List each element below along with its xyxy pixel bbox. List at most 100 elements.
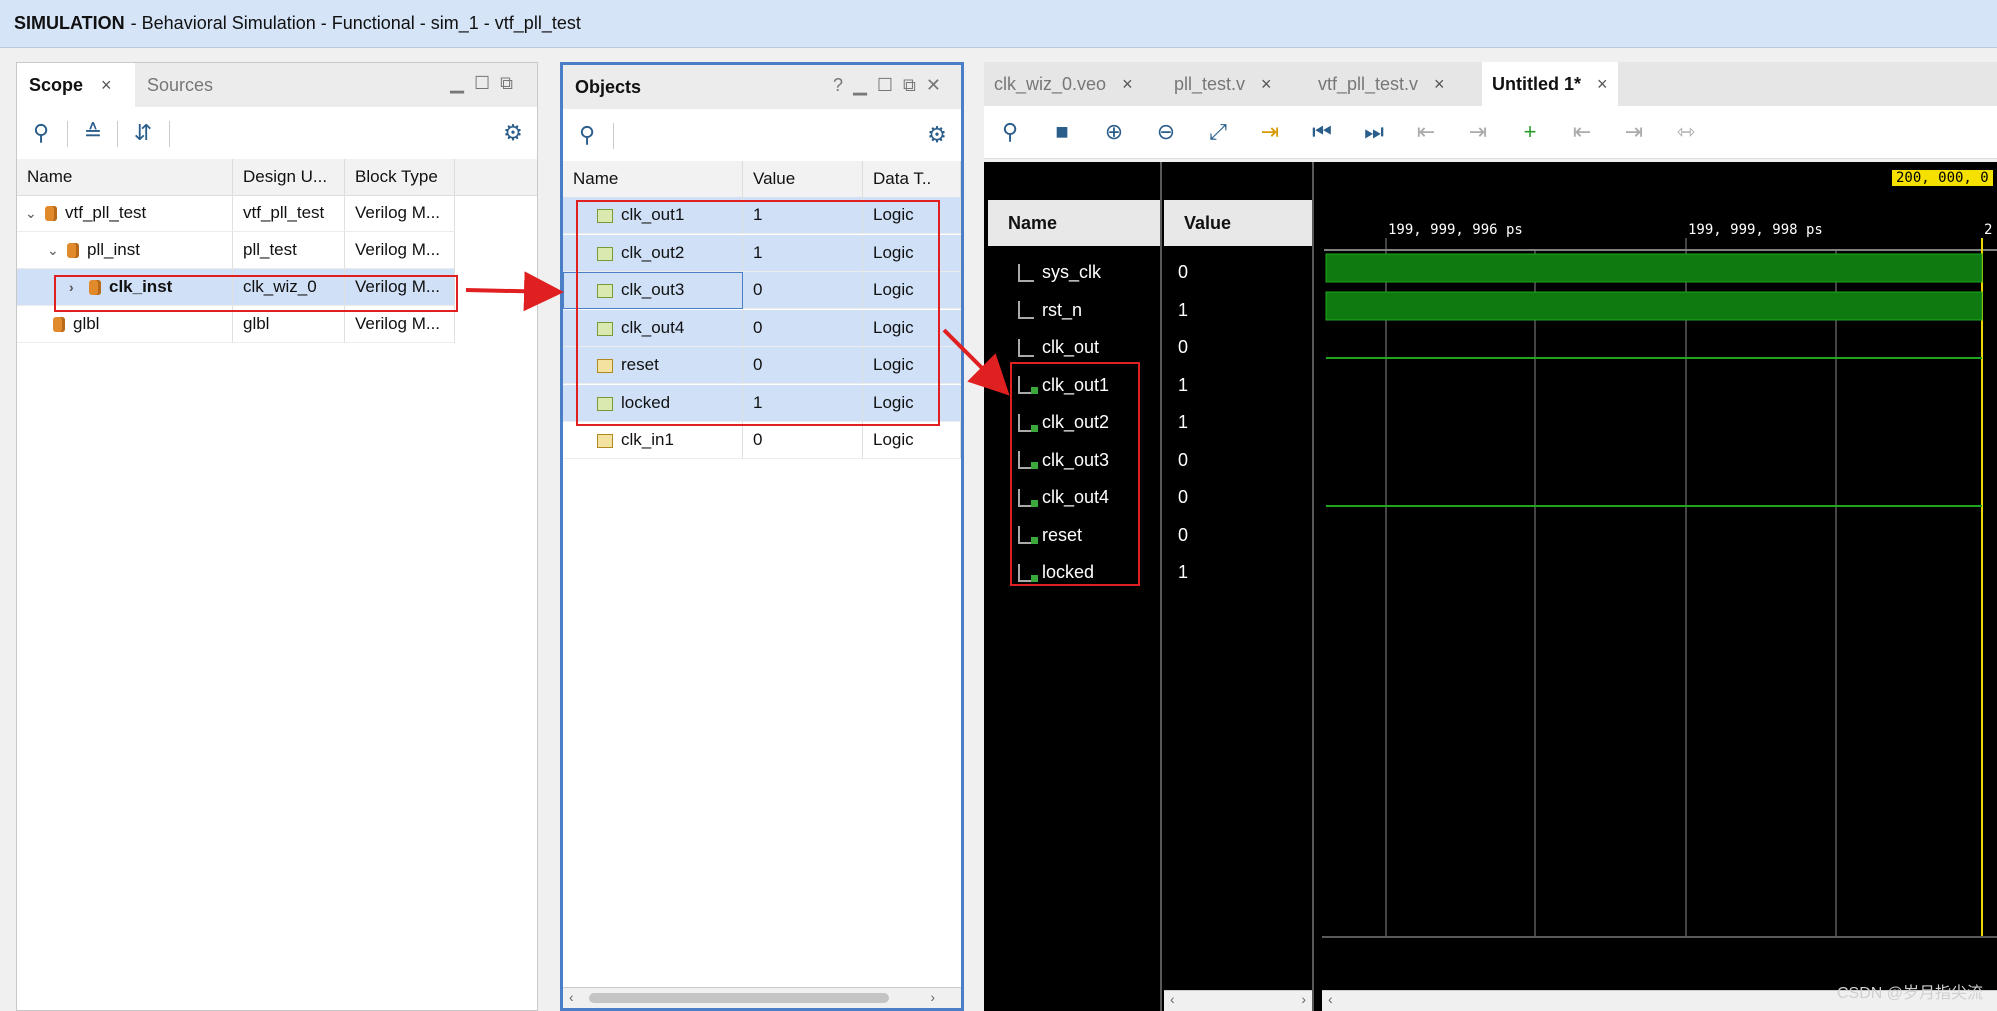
minimize-icon[interactable]: ▁ [450, 73, 474, 93]
wave-signal-icon [1018, 413, 1038, 432]
close-icon[interactable]: × [1597, 74, 1608, 95]
expand-all-icon[interactable]: ⇵ [129, 119, 157, 147]
module-icon [89, 279, 101, 295]
tab-clk-wiz-veo[interactable]: clk_wiz_0.veo × [984, 62, 1143, 106]
tab-sources[interactable]: Sources [135, 63, 245, 107]
wave-signal-row[interactable]: clk_out [1018, 329, 1099, 366]
table-row-selected[interactable]: › clk_inst clk_wiz_0 Verilog M... [17, 269, 455, 306]
window-title-bar: SIMULATION - Behavioral Simulation - Fun… [0, 0, 1997, 48]
table-row[interactable]: ⌄ pll_inst pll_test Verilog M... [17, 232, 455, 269]
chevron-down-icon[interactable]: ⌄ [25, 205, 45, 222]
collapse-all-icon[interactable]: ≙ [79, 119, 107, 147]
float-icon[interactable]: ⧉ [903, 75, 926, 95]
close-icon[interactable]: × [1122, 74, 1133, 95]
goto-end-icon[interactable]: ⏭ [1360, 118, 1388, 146]
signal-icon [597, 245, 613, 261]
wave-signal-row[interactable]: rst_n [1018, 292, 1082, 329]
swap-cursors-icon[interactable]: ⇿ [1672, 118, 1700, 146]
col-block-type[interactable]: Block Type [345, 159, 455, 195]
object-type: Logic [863, 197, 961, 234]
wave-signal-row[interactable]: clk_out1 [1018, 367, 1109, 404]
object-value: 0 [743, 422, 863, 459]
zoom-in-icon[interactable]: ⊕ [1100, 118, 1128, 146]
wave-signal-row[interactable]: locked [1018, 554, 1094, 591]
scrollbar-thumb[interactable] [589, 993, 889, 1003]
col-name[interactable]: Name [17, 159, 233, 195]
goto-start-icon[interactable]: ⏮ [1308, 118, 1336, 146]
wave-signal-row[interactable]: reset [1018, 517, 1082, 554]
object-name: locked [621, 392, 671, 412]
list-item[interactable]: reset 0 Logic [563, 347, 961, 384]
float-icon[interactable]: ⧉ [500, 73, 523, 93]
gear-icon[interactable]: ⚙ [499, 119, 527, 147]
zoom-fit-icon[interactable]: ⤢ [1204, 118, 1232, 146]
cursor-time-label[interactable]: 200, 000, 0 [1892, 170, 1993, 186]
maximize-icon[interactable]: ☐ [474, 73, 500, 93]
close-icon[interactable]: × [1434, 74, 1445, 95]
object-value: 1 [743, 197, 863, 234]
wave-signal-value: 1 [1178, 562, 1189, 582]
help-icon[interactable]: ? [833, 75, 853, 95]
waveform-svg[interactable] [1322, 162, 1997, 1011]
maximize-icon[interactable]: ☐ [877, 75, 903, 95]
add-marker-icon[interactable]: + [1516, 118, 1544, 146]
prev-transition-icon[interactable]: ⇤ [1412, 118, 1440, 146]
signal-icon [597, 432, 613, 448]
col-value[interactable]: Value [743, 161, 863, 197]
list-item[interactable]: clk_out2 1 Logic [563, 234, 961, 272]
list-item[interactable]: locked 1 Logic [563, 384, 961, 422]
close-icon[interactable]: × [1261, 74, 1272, 95]
list-item[interactable]: clk_out3 0 Logic [563, 272, 961, 309]
next-transition-icon[interactable]: ⇥ [1464, 118, 1492, 146]
wave-signal-row[interactable]: clk_out4 [1018, 479, 1109, 516]
tab-sources-label: Sources [147, 74, 214, 95]
wave-hscroll[interactable]: ‹ › [1164, 990, 1312, 1011]
close-icon[interactable]: ✕ [926, 75, 951, 95]
wave-signal-name: clk_out3 [1042, 449, 1110, 470]
close-icon[interactable]: × [101, 75, 112, 96]
wave-signal-row[interactable]: sys_clk [1018, 254, 1101, 291]
signal-icon [597, 320, 613, 336]
objects-title-text: Objects [575, 76, 642, 97]
scope-design: glbl [233, 306, 345, 343]
tab-label: Untitled 1* [1492, 73, 1582, 94]
chevron-right-icon[interactable]: › [69, 279, 89, 295]
tab-vtf-pll-test[interactable]: vtf_pll_test.v × [1308, 62, 1455, 106]
wave-signal-row[interactable]: clk_out3 [1018, 442, 1109, 479]
wave-signal-icon [1018, 376, 1038, 394]
col-data-type[interactable]: Data T.. [863, 161, 961, 197]
object-value: 1 [743, 384, 863, 422]
search-icon[interactable]: ⚲ [996, 118, 1024, 146]
object-name: clk_out3 [621, 280, 685, 299]
minimize-icon[interactable]: ▁ [853, 75, 877, 95]
window-controls[interactable]: ?▁☐⧉✕ [833, 75, 951, 96]
wave-signal-row[interactable]: clk_out2 [1018, 404, 1109, 441]
col-name[interactable]: Name [563, 161, 743, 197]
wave-signal-name: locked [1042, 562, 1095, 582]
prev-marker-icon[interactable]: ⇤ [1568, 118, 1596, 146]
next-marker-icon[interactable]: ⇥ [1620, 118, 1648, 146]
search-icon[interactable]: ⚲ [27, 119, 55, 147]
wave-signal-name: clk_out [1042, 337, 1100, 357]
search-icon[interactable]: ⚲ [573, 121, 601, 149]
waveform-area[interactable]: 199, 999, 996 ps 199, 999, 998 ps 2 200,… [1322, 162, 1997, 1011]
list-item[interactable]: clk_out4 0 Logic [563, 309, 961, 347]
tab-untitled-1[interactable]: Untitled 1* × [1482, 62, 1618, 106]
list-item[interactable]: clk_out1 1 Logic [563, 197, 961, 234]
tab-label: vtf_pll_test.v [1318, 73, 1419, 94]
tab-scope[interactable]: Scope × [17, 63, 135, 107]
tab-pll-test[interactable]: pll_test.v × [1164, 62, 1282, 106]
time-label: 199, 999, 996 ps [1388, 222, 1523, 238]
goto-cursor-icon[interactable]: ⇥ [1256, 118, 1284, 146]
col-design-unit[interactable]: Design U... [233, 159, 345, 195]
objects-hscroll[interactable]: ‹ › [563, 987, 961, 1008]
chevron-down-icon[interactable]: ⌄ [47, 242, 67, 259]
save-icon[interactable]: ■ [1048, 118, 1076, 146]
table-row[interactable]: ⌄ vtf_pll_test vtf_pll_test Verilog M... [17, 195, 455, 232]
zoom-out-icon[interactable]: ⊖ [1152, 118, 1180, 146]
table-row[interactable]: glbl glbl Verilog M... [17, 306, 455, 343]
gear-icon[interactable]: ⚙ [923, 121, 951, 149]
list-item[interactable]: clk_in1 0 Logic [563, 422, 961, 459]
window-controls[interactable]: ▁☐⧉ [450, 73, 523, 94]
object-type: Logic [863, 384, 961, 422]
